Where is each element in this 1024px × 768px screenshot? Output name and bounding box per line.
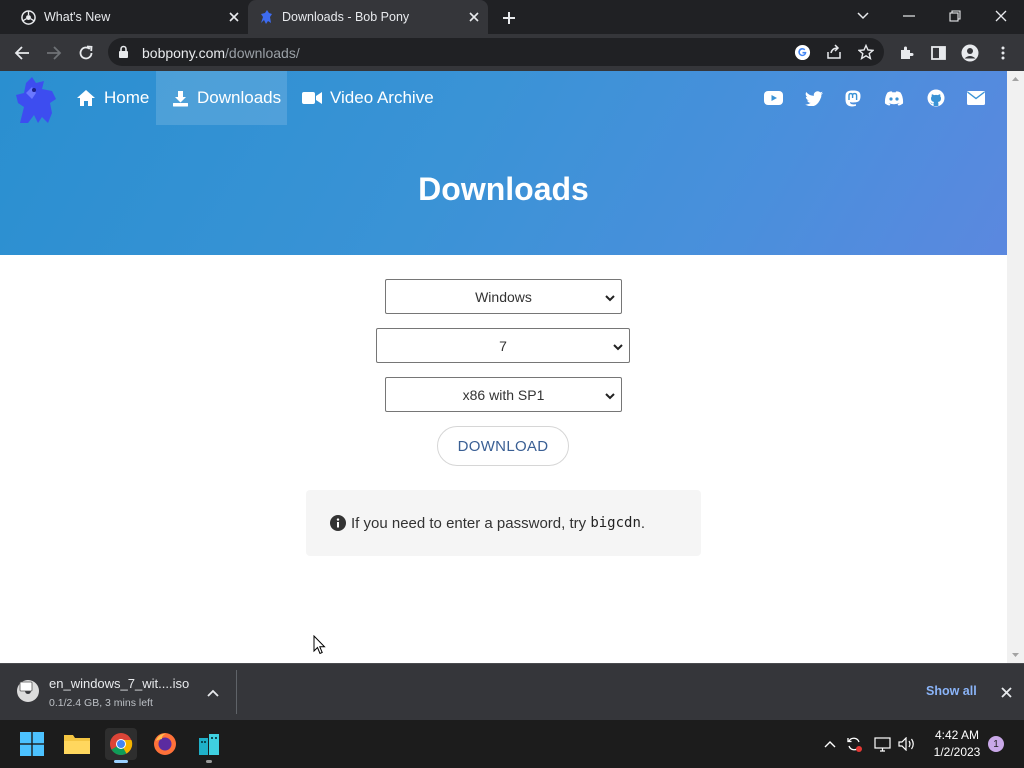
url-text: bobpony.com/downloads/ [142, 45, 300, 61]
download-button[interactable]: DOWNLOAD [437, 426, 569, 466]
discord-icon[interactable] [883, 87, 905, 109]
scroll-up-icon[interactable] [1011, 75, 1020, 84]
share-icon[interactable] [823, 41, 845, 63]
windows-taskbar: 4:42 AM 1/2/2023 1 [0, 720, 1024, 768]
menu-kebab-icon[interactable] [990, 40, 1016, 66]
password-note: If you need to enter a password, try big… [306, 490, 701, 556]
bookmark-star-icon[interactable] [855, 41, 877, 63]
tab-title: What's New [44, 10, 111, 24]
tab-downloads-bob-pony[interactable]: Downloads - Bob Pony [248, 0, 488, 34]
profile-icon[interactable] [957, 40, 983, 66]
file-explorer-icon[interactable] [61, 728, 93, 760]
chrome-icon [20, 9, 36, 25]
chevron-down-icon [604, 389, 616, 401]
restore-icon[interactable] [940, 3, 970, 29]
app-buildings-icon[interactable] [193, 728, 225, 763]
lock-icon[interactable] [118, 45, 129, 64]
iso-file-icon[interactable] [16, 678, 40, 704]
mastodon-icon[interactable] [842, 87, 864, 109]
twitter-icon[interactable] [803, 87, 825, 109]
edition-select-value: x86 with SP1 [462, 386, 545, 403]
scroll-down-icon[interactable] [1011, 650, 1020, 659]
note-text: If you need to enter a password, try [351, 514, 587, 532]
notification-badge[interactable]: 1 [988, 736, 1004, 752]
nav-home-label: Home [104, 88, 150, 107]
show-all-button[interactable]: Show all [926, 684, 977, 698]
download-shelf: en_windows_7_wit....iso 0.1/2.4 GB, 3 mi… [0, 663, 1024, 720]
info-circle-icon [330, 515, 346, 531]
mouse-cursor-icon [313, 634, 326, 660]
close-tab-icon[interactable] [466, 9, 482, 25]
minimize-icon[interactable] [894, 3, 924, 29]
sync-icon[interactable] [845, 735, 863, 753]
url-host: bobpony.com [142, 45, 226, 61]
nav-home[interactable]: Home [76, 71, 149, 125]
tab-strip: What's New Downloads - Bob Pony [0, 0, 1024, 34]
chevron-down-icon [612, 340, 624, 352]
page-viewport: Home Downloads Video Archive Downloads W… [0, 71, 1024, 663]
os-select[interactable]: Windows [385, 279, 622, 314]
clock-date: 1/2/2023 [933, 745, 981, 759]
bob-pony-logo[interactable] [10, 73, 62, 125]
tab-whats-new[interactable]: What's New [0, 0, 248, 34]
back-icon[interactable] [9, 40, 35, 66]
hero-banner: Home Downloads Video Archive Downloads [0, 71, 1007, 255]
page-title: Downloads [418, 171, 589, 207]
download-status: 0.1/2.4 GB, 3 mins left [49, 697, 153, 709]
chevron-up-icon[interactable] [204, 684, 222, 702]
password-code: bigcdn [590, 515, 641, 531]
taskbar-clock[interactable]: 4:42 AM 1/2/2023 [924, 727, 990, 761]
nav-video-archive-label: Video Archive [330, 88, 434, 107]
running-indicator [206, 760, 212, 763]
reload-icon[interactable] [73, 40, 99, 66]
nav-downloads[interactable]: Downloads [156, 71, 287, 125]
home-icon [76, 89, 96, 107]
clock-time: 4:42 AM [934, 728, 980, 742]
new-tab-icon[interactable] [498, 7, 520, 29]
version-select[interactable]: 7 [376, 328, 630, 363]
volume-icon[interactable] [898, 735, 916, 753]
download-file-name[interactable]: en_windows_7_wit....iso [49, 676, 189, 691]
version-select-value: 7 [499, 337, 507, 354]
tab-search-icon[interactable] [848, 3, 878, 29]
page-scrollbar[interactable] [1007, 71, 1024, 663]
os-select-value: Windows [475, 288, 532, 305]
forward-icon[interactable] [41, 40, 67, 66]
chevron-down-icon [604, 291, 616, 303]
shelf-divider [236, 670, 237, 714]
note-end: . [640, 514, 646, 532]
download-icon [172, 90, 189, 107]
bob-pony-favicon-icon [258, 9, 274, 25]
youtube-icon[interactable] [762, 87, 784, 109]
address-bar[interactable]: bobpony.com/downloads/ [108, 38, 884, 66]
mail-icon[interactable] [965, 87, 987, 109]
network-icon[interactable] [873, 735, 891, 753]
github-icon[interactable] [925, 87, 947, 109]
active-indicator [114, 760, 128, 763]
close-window-icon[interactable] [986, 3, 1016, 29]
windows-start-icon[interactable] [16, 728, 48, 760]
site-navbar: Home Downloads Video Archive [0, 71, 1007, 125]
google-lens-icon[interactable] [791, 41, 813, 63]
close-shelf-icon[interactable] [997, 683, 1015, 701]
edition-select[interactable]: x86 with SP1 [385, 377, 622, 412]
nav-video-archive[interactable]: Video Archive [302, 71, 434, 125]
chrome-taskbar-icon[interactable] [105, 728, 137, 763]
video-camera-icon [302, 91, 322, 105]
close-tab-icon[interactable] [226, 9, 242, 25]
url-path: /downloads/ [225, 45, 300, 61]
side-panel-icon[interactable] [925, 40, 951, 66]
extensions-icon[interactable] [893, 40, 919, 66]
tray-overflow-chevron-icon[interactable] [821, 735, 839, 753]
firefox-icon[interactable] [149, 728, 181, 760]
browser-toolbar: bobpony.com/downloads/ [0, 34, 1024, 71]
tab-title: Downloads - Bob Pony [282, 10, 410, 24]
nav-downloads-label: Downloads [197, 88, 282, 107]
